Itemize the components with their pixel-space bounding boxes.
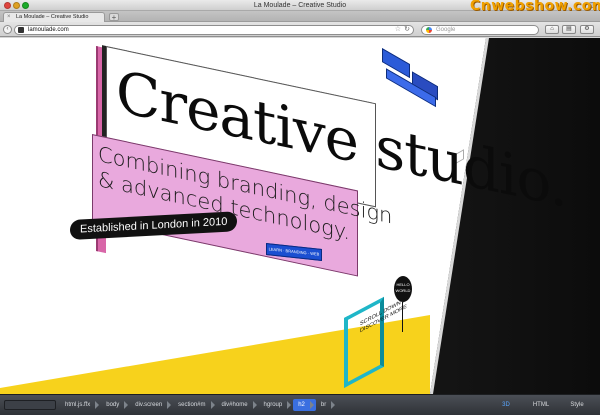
search-placeholder: Google (436, 27, 456, 33)
new-tab-button[interactable]: + (109, 13, 119, 22)
home-button[interactable]: ⌂ (545, 25, 559, 34)
favicon-icon (18, 27, 24, 33)
blue-3d-widget (382, 48, 442, 119)
bookmark-star-icon[interactable]: ☆ (395, 26, 401, 34)
breadcrumb-item[interactable]: br (316, 399, 337, 411)
google-icon (426, 27, 432, 33)
mode-style-button[interactable]: Style (562, 400, 592, 410)
reload-icon[interactable]: ↻ (404, 26, 410, 34)
search-input[interactable]: Google (421, 25, 539, 35)
address-bar[interactable]: lamoulade.com ☆ ↻ (14, 25, 414, 35)
breadcrumb-item[interactable]: html.js.ffx (60, 399, 101, 411)
breadcrumb-item[interactable]: h2 (293, 399, 316, 411)
back-button[interactable]: ‹ (3, 25, 12, 34)
dom-breadcrumb: html.js.ffx body div.screen section#m div#ho… (60, 399, 337, 411)
home-icon: ⌂ (550, 26, 554, 32)
url-text: lamoulade.com (28, 27, 69, 33)
tab-title: La Moulade – Creative Studio (16, 14, 89, 20)
mode-3d-button[interactable]: 3D (492, 400, 520, 410)
arrow-left-icon: ‹ (6, 26, 9, 32)
close-tab-icon[interactable]: × (7, 14, 11, 21)
page-menu-button[interactable]: ▤ (562, 25, 576, 34)
breadcrumb-item[interactable]: section#m (173, 399, 216, 411)
inspector-bar: html.js.ffx body div.screen section#m div#ho… (0, 394, 600, 415)
breadcrumb-item[interactable]: hgroup (259, 399, 294, 411)
settings-button[interactable]: ⚙ (580, 25, 594, 34)
page-viewport[interactable]: Creative studio. Combining branding, des… (0, 38, 600, 394)
page-icon: ▤ (566, 26, 572, 32)
breadcrumb-item[interactable]: div#home (217, 399, 259, 411)
tab-la-moulade[interactable]: × La Moulade – Creative Studio (3, 12, 105, 22)
mode-html-button[interactable]: HTML (526, 400, 556, 410)
gear-icon: ⚙ (584, 26, 590, 32)
browser-toolbar: ‹ lamoulade.com ☆ ↻ Google ⌂ ▤ ⚙ (0, 22, 600, 37)
breadcrumb-item[interactable]: div.screen (130, 399, 173, 411)
tab-bar: × La Moulade – Creative Studio + (0, 11, 600, 22)
inspector-search-field[interactable] (4, 400, 56, 410)
breadcrumb-item[interactable]: body (101, 399, 130, 411)
